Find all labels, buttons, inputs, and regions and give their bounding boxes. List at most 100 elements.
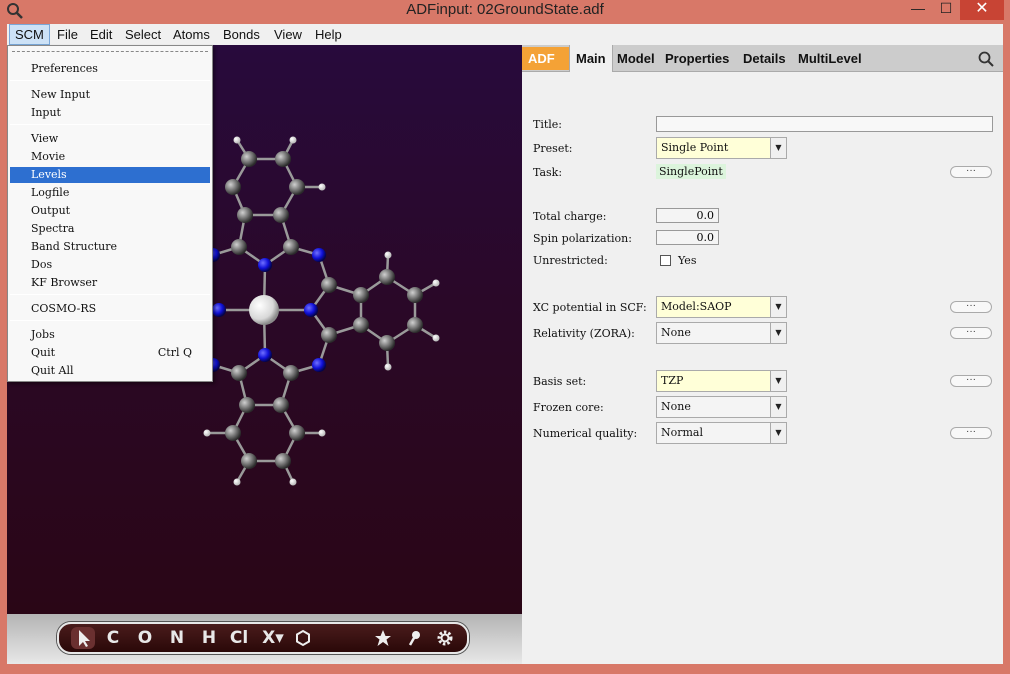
menu-tearoff[interactable] (12, 51, 208, 52)
oxygen-tool[interactable]: O (133, 627, 157, 649)
menu-separator (10, 294, 210, 295)
menu-item-new-input[interactable]: New Input (10, 87, 210, 103)
panel-tabs: ADF Main Model Properties Details MultiL… (522, 45, 1003, 72)
maximize-button[interactable]: ☐ (932, 0, 960, 20)
spin-polarization-input[interactable]: 0.0 (656, 230, 719, 245)
title-input[interactable] (656, 116, 993, 132)
menu-file[interactable]: File (52, 24, 83, 45)
chlorine-tool[interactable]: Cl (227, 627, 251, 649)
preset-label: Preset: (533, 142, 573, 155)
menu-item-view[interactable]: View (10, 131, 210, 147)
task-label: Task: (533, 166, 563, 179)
atom-toolbar: C O N H Cl X▾ (57, 622, 469, 654)
total-charge-input[interactable]: 0.0 (656, 208, 719, 223)
minimize-button[interactable]: — (904, 0, 932, 20)
window-title: ADFinput: 02GroundState.adf (406, 1, 604, 18)
search-icon[interactable] (977, 50, 995, 68)
nitrogen-tool[interactable]: N (165, 627, 189, 649)
menu-bonds[interactable]: Bonds (218, 24, 265, 45)
tab-model[interactable]: Model (617, 45, 655, 72)
carbon-tool[interactable]: C (101, 627, 125, 649)
frozen-core-label: Frozen core: (533, 401, 604, 414)
unrestricted-label: Unrestricted: (533, 254, 608, 267)
other-element-tool[interactable]: X▾ (259, 627, 287, 649)
relativity-more-button[interactable]: ··· (950, 327, 992, 339)
spin-polarization-label: Spin polarization: (533, 232, 632, 245)
menu-atoms[interactable]: Atoms (168, 24, 215, 45)
menu-edit[interactable]: Edit (85, 24, 117, 45)
menu-item-quit-all[interactable]: Quit All (10, 363, 210, 379)
basis-set-label: Basis set: (533, 375, 587, 388)
menu-item-spectra[interactable]: Spectra (10, 221, 210, 237)
gear-icon[interactable] (433, 627, 457, 649)
menu-separator (10, 80, 210, 81)
chevron-down-icon: ▼ (770, 423, 786, 443)
menu-item-cosmo-rs[interactable]: COSMO-RS (10, 301, 210, 317)
menu-item-quit-label: Quit (31, 346, 56, 359)
title-label: Title: (533, 118, 563, 131)
frozen-core-value: None (661, 400, 691, 413)
menu-item-dos[interactable]: Dos (10, 257, 210, 273)
tab-main[interactable]: Main (569, 45, 613, 72)
unrestricted-checkbox[interactable] (660, 255, 671, 266)
tab-multilevel[interactable]: MultiLevel (798, 45, 862, 72)
menu-item-kf-browser[interactable]: KF Browser (10, 275, 210, 291)
tab-adf[interactable]: ADF (522, 47, 580, 70)
menu-help[interactable]: Help (310, 24, 347, 45)
chevron-down-icon: ▼ (770, 323, 786, 343)
numerical-quality-value: Normal (661, 426, 704, 439)
xc-potential-label: XC potential in SCF: (533, 301, 647, 314)
basis-set-value: TZP (661, 374, 684, 387)
menu-item-quit-shortcut: Ctrl Q (157, 346, 192, 359)
task-more-button[interactable]: ··· (950, 166, 992, 178)
tab-details[interactable]: Details (743, 45, 786, 72)
numerical-quality-more-button[interactable]: ··· (950, 427, 992, 439)
menu-bar: SCM File Edit Select Atoms Bonds View He… (7, 24, 1003, 45)
relativity-select[interactable]: None ▼ (656, 322, 787, 344)
chevron-down-icon: ▼ (770, 138, 786, 158)
adf-settings-panel: ADF Main Model Properties Details MultiL… (522, 45, 1003, 664)
menu-view[interactable]: View (269, 24, 307, 45)
xc-potential-value: Model:SAOP (661, 300, 732, 313)
star-icon[interactable] (371, 627, 395, 649)
unrestricted-yes-label: Yes (678, 254, 697, 267)
chevron-down-icon: ▼ (770, 371, 786, 391)
menu-scm[interactable]: SCM (9, 24, 50, 45)
menu-item-jobs[interactable]: Jobs (10, 327, 210, 343)
task-value: SinglePoint (656, 164, 726, 179)
hydrogen-tool[interactable]: H (197, 627, 221, 649)
xc-potential-more-button[interactable]: ··· (950, 301, 992, 313)
close-button[interactable]: ✕ (960, 0, 1004, 20)
total-charge-label: Total charge: (533, 210, 607, 223)
menu-item-output[interactable]: Output (10, 203, 210, 219)
preset-select[interactable]: Single Point ▼ (656, 137, 787, 159)
relativity-label: Relativity (ZORA): (533, 327, 635, 340)
ring-tool-icon[interactable] (291, 627, 315, 649)
preset-value: Single Point (661, 141, 729, 154)
menu-item-input[interactable]: Input (10, 105, 210, 121)
menu-item-quit[interactable]: Quit Ctrl Q (10, 345, 210, 361)
menu-separator (10, 320, 210, 321)
relativity-value: None (661, 326, 691, 339)
menu-item-movie[interactable]: Movie (10, 149, 210, 165)
pointer-tool-icon[interactable] (71, 627, 95, 649)
basis-set-more-button[interactable]: ··· (950, 375, 992, 387)
xc-potential-select[interactable]: Model:SAOP ▼ (656, 296, 787, 318)
menu-item-logfile[interactable]: Logfile (10, 185, 210, 201)
frozen-core-select[interactable]: None ▼ (656, 396, 787, 418)
scm-menu: Preferences New Input Input View Movie L… (7, 45, 213, 382)
title-bar: ADFinput: 02GroundState.adf — ☐ ✕ (0, 0, 1010, 24)
basis-set-select[interactable]: TZP ▼ (656, 370, 787, 392)
pin-icon[interactable] (403, 627, 427, 649)
chevron-down-icon: ▼ (770, 297, 786, 317)
menu-item-levels[interactable]: Levels (10, 167, 210, 183)
bottom-toolbar-area: C O N H Cl X▾ (7, 614, 522, 664)
numerical-quality-label: Numerical quality: (533, 427, 638, 440)
menu-separator (10, 124, 210, 125)
chevron-down-icon: ▼ (770, 397, 786, 417)
menu-item-band-structure[interactable]: Band Structure (10, 239, 210, 255)
menu-item-preferences[interactable]: Preferences (10, 61, 210, 77)
numerical-quality-select[interactable]: Normal ▼ (656, 422, 787, 444)
menu-select[interactable]: Select (120, 24, 166, 45)
tab-properties[interactable]: Properties (665, 45, 729, 72)
